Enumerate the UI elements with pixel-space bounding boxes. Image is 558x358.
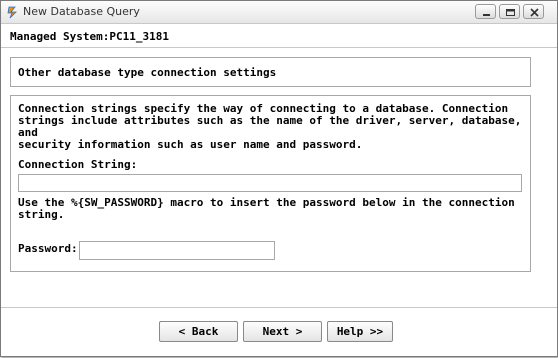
managed-system-header: Managed System:PC11_3181 <box>1 24 557 48</box>
section-title-box: Other database type connection settings <box>10 57 531 87</box>
footer-divider <box>1 307 557 308</box>
minimize-icon <box>483 14 490 16</box>
section-title: Other database type connection settings <box>18 66 277 79</box>
password-label: Password: <box>18 242 78 255</box>
dialog-window: New Database Query Managed System:PC11_3… <box>0 0 558 357</box>
maximize-button[interactable] <box>499 4 520 19</box>
help-button[interactable]: Help >> <box>327 321 393 342</box>
connection-string-input[interactable] <box>18 174 522 192</box>
maximize-icon <box>506 9 515 16</box>
app-logo-icon <box>7 6 17 19</box>
next-button[interactable]: Next > <box>243 321 322 342</box>
password-macro-hint: Use the %{SW_PASSWORD} macro to insert t… <box>18 196 515 221</box>
connection-description: Connection strings specify the way of co… <box>18 102 522 151</box>
title-bar[interactable]: New Database Query <box>1 1 557 24</box>
close-button[interactable] <box>523 4 544 19</box>
back-button[interactable]: < Back <box>159 321 238 342</box>
connection-string-label: Connection String: <box>18 158 138 171</box>
password-input[interactable] <box>79 241 275 260</box>
connection-settings-panel: Connection strings specify the way of co… <box>10 95 531 272</box>
close-icon <box>530 8 539 17</box>
window-title: New Database Query <box>23 5 140 18</box>
minimize-button[interactable] <box>475 4 496 19</box>
managed-system-label: Managed System:PC11_3181 <box>10 30 169 43</box>
